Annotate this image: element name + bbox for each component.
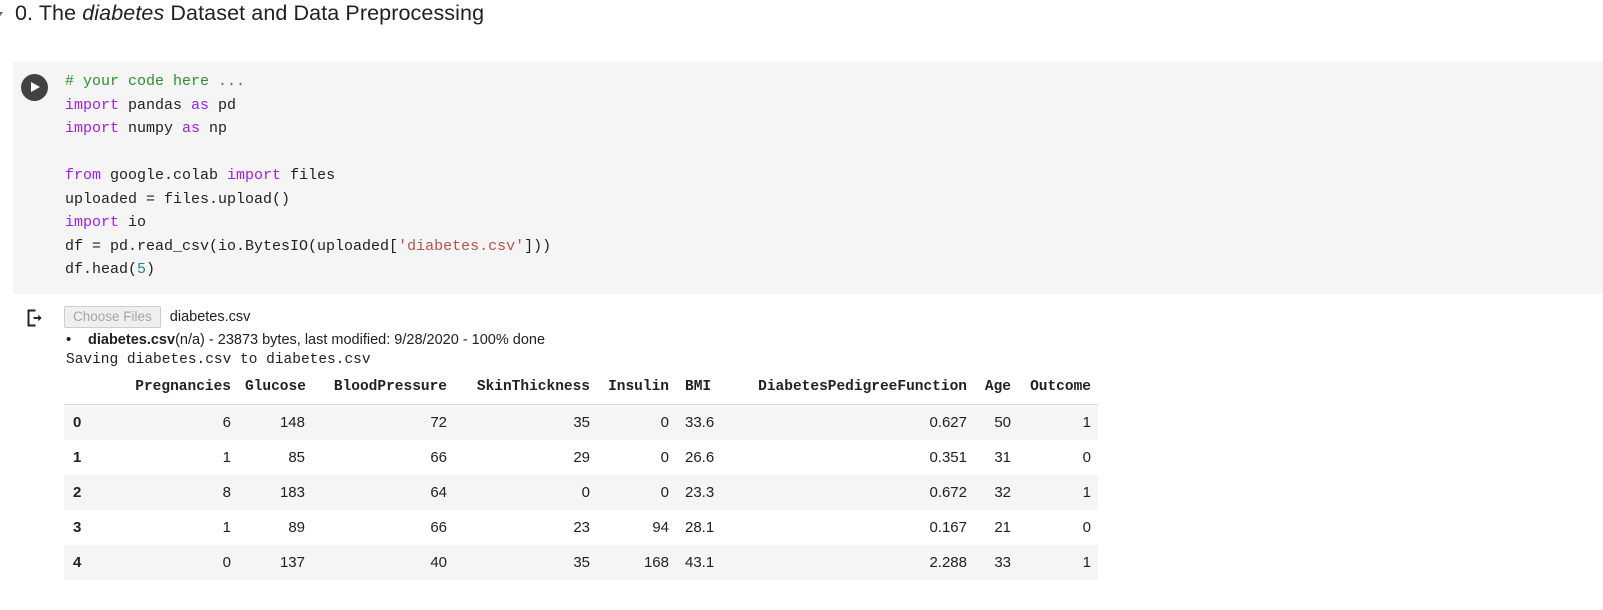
table-row: 2 8 183 64 0 0 23.3 0.672 32 1 bbox=[64, 475, 1098, 510]
cell-insulin: 0 bbox=[660, 414, 669, 431]
cell-pregnancies: 1 bbox=[222, 449, 231, 466]
page-title-prefix: 0. The bbox=[15, 0, 83, 25]
row-index: 0 bbox=[73, 414, 82, 431]
column-header-index bbox=[64, 376, 110, 405]
cell-insulin: 0 bbox=[660, 449, 669, 466]
cell-age: 33 bbox=[994, 554, 1011, 571]
cell-pregnancies: 0 bbox=[222, 554, 231, 571]
dataframe-table: Pregnancies Glucose BloodPressure SkinTh… bbox=[64, 376, 1098, 580]
file-upload-widget[interactable]: Choose Files diabetes.csv bbox=[64, 306, 250, 328]
row-index: 1 bbox=[73, 449, 82, 466]
cell-bmi: 43.1 bbox=[685, 554, 715, 571]
cell-skinthickness: 0 bbox=[581, 484, 590, 501]
cell-age: 31 bbox=[994, 449, 1011, 466]
upload-status-filename: diabetes.csv bbox=[88, 332, 176, 348]
cell-insulin: 94 bbox=[652, 519, 669, 536]
column-header-insulin: Insulin bbox=[597, 376, 676, 405]
cell-bloodpressure: 72 bbox=[430, 414, 447, 431]
cell-outcome: 0 bbox=[1082, 449, 1091, 466]
selected-filename-label: diabetes.csv bbox=[169, 309, 251, 325]
column-header-diabetespedigreefunction: DiabetesPedigreeFunction bbox=[720, 376, 974, 405]
code-editor[interactable]: # your code here ... import pandas as pd… bbox=[65, 70, 551, 282]
cell-insulin: 168 bbox=[643, 554, 669, 571]
cell-outcome: 1 bbox=[1082, 484, 1091, 501]
cell-pregnancies: 8 bbox=[222, 484, 231, 501]
cell-bmi: 33.6 bbox=[685, 414, 715, 431]
column-header-bloodpressure: BloodPressure bbox=[312, 376, 454, 405]
cell-outcome: 1 bbox=[1082, 414, 1091, 431]
cell-skinthickness: 23 bbox=[573, 519, 590, 536]
cell-glucose: 183 bbox=[279, 484, 305, 501]
upload-status-line: • diabetes.csv(n/a) - 23873 bytes, last m… bbox=[66, 331, 545, 348]
page-title-suffix: Dataset and Data Preprocessing bbox=[164, 0, 485, 25]
notebook-page: 0. The diabetes Dataset and Data Preproc… bbox=[0, 0, 1603, 610]
cell-diabetespedigreefunction: 0.672 bbox=[929, 484, 967, 501]
row-index: 4 bbox=[73, 554, 82, 571]
bullet-icon: • bbox=[66, 331, 72, 348]
output-arrow-icon bbox=[27, 309, 42, 327]
cell-outcome: 0 bbox=[1082, 519, 1091, 536]
play-icon[interactable] bbox=[21, 74, 48, 101]
cell-age: 50 bbox=[994, 414, 1011, 431]
page-title: 0. The diabetes Dataset and Data Preproc… bbox=[15, 1, 484, 26]
table-row: 4 0 137 40 35 168 43.1 2.288 33 1 bbox=[64, 545, 1098, 580]
column-header-outcome: Outcome bbox=[1018, 376, 1098, 405]
row-index: 2 bbox=[73, 484, 82, 501]
table-row: 3 1 89 66 23 94 28.1 0.167 21 0 bbox=[64, 510, 1098, 545]
cell-bloodpressure: 66 bbox=[430, 449, 447, 466]
page-title-italic: diabetes bbox=[82, 0, 165, 25]
cell-diabetespedigreefunction: 0.627 bbox=[929, 414, 967, 431]
choose-files-button[interactable]: Choose Files bbox=[64, 306, 161, 328]
cell-bloodpressure: 64 bbox=[430, 484, 447, 501]
column-header-bmi: BMI bbox=[676, 376, 720, 405]
code-line-comment: # your code here ... bbox=[65, 73, 246, 90]
cell-glucose: 89 bbox=[288, 519, 305, 536]
cell-diabetespedigreefunction: 0.351 bbox=[929, 449, 967, 466]
row-index: 3 bbox=[73, 519, 82, 536]
cell-bloodpressure: 66 bbox=[430, 519, 447, 536]
column-header-skinthickness: SkinThickness bbox=[454, 376, 597, 405]
section-heading: 0. The diabetes Dataset and Data Preproc… bbox=[0, 0, 484, 30]
cell-skinthickness: 35 bbox=[573, 414, 590, 431]
column-header-glucose: Glucose bbox=[238, 376, 312, 405]
cell-diabetespedigreefunction: 2.288 bbox=[929, 554, 967, 571]
cell-glucose: 137 bbox=[279, 554, 305, 571]
cell-outcome: 1 bbox=[1082, 554, 1091, 571]
cell-bmi: 23.3 bbox=[685, 484, 715, 501]
cell-diabetespedigreefunction: 0.167 bbox=[929, 519, 967, 536]
cell-age: 21 bbox=[994, 519, 1011, 536]
cell-age: 32 bbox=[994, 484, 1011, 501]
cell-bmi: 26.6 bbox=[685, 449, 715, 466]
cell-skinthickness: 35 bbox=[573, 554, 590, 571]
table-row: 0 6 148 72 35 0 33.6 0.627 50 1 bbox=[64, 404, 1098, 440]
triangle-down-icon[interactable] bbox=[0, 5, 9, 21]
saving-output-line: Saving diabetes.csv to diabetes.csv bbox=[66, 352, 371, 368]
table-header-row: Pregnancies Glucose BloodPressure SkinTh… bbox=[64, 376, 1098, 405]
cell-pregnancies: 1 bbox=[222, 519, 231, 536]
column-header-age: Age bbox=[974, 376, 1018, 405]
cell-pregnancies: 6 bbox=[222, 414, 231, 431]
cell-glucose: 85 bbox=[288, 449, 305, 466]
cell-bloodpressure: 40 bbox=[430, 554, 447, 571]
column-header-pregnancies: Pregnancies bbox=[110, 376, 238, 405]
cell-bmi: 28.1 bbox=[685, 519, 715, 536]
table-row: 1 1 85 66 29 0 26.6 0.351 31 0 bbox=[64, 440, 1098, 475]
dataframe-output: Pregnancies Glucose BloodPressure SkinTh… bbox=[64, 376, 1098, 580]
cell-glucose: 148 bbox=[279, 414, 305, 431]
cell-skinthickness: 29 bbox=[573, 449, 590, 466]
cell-insulin: 0 bbox=[660, 484, 669, 501]
code-cell[interactable]: # your code here ... import pandas as pd… bbox=[13, 62, 1603, 294]
upload-status-detail: (n/a) - 23873 bytes, last modified: 9/28… bbox=[175, 332, 546, 348]
